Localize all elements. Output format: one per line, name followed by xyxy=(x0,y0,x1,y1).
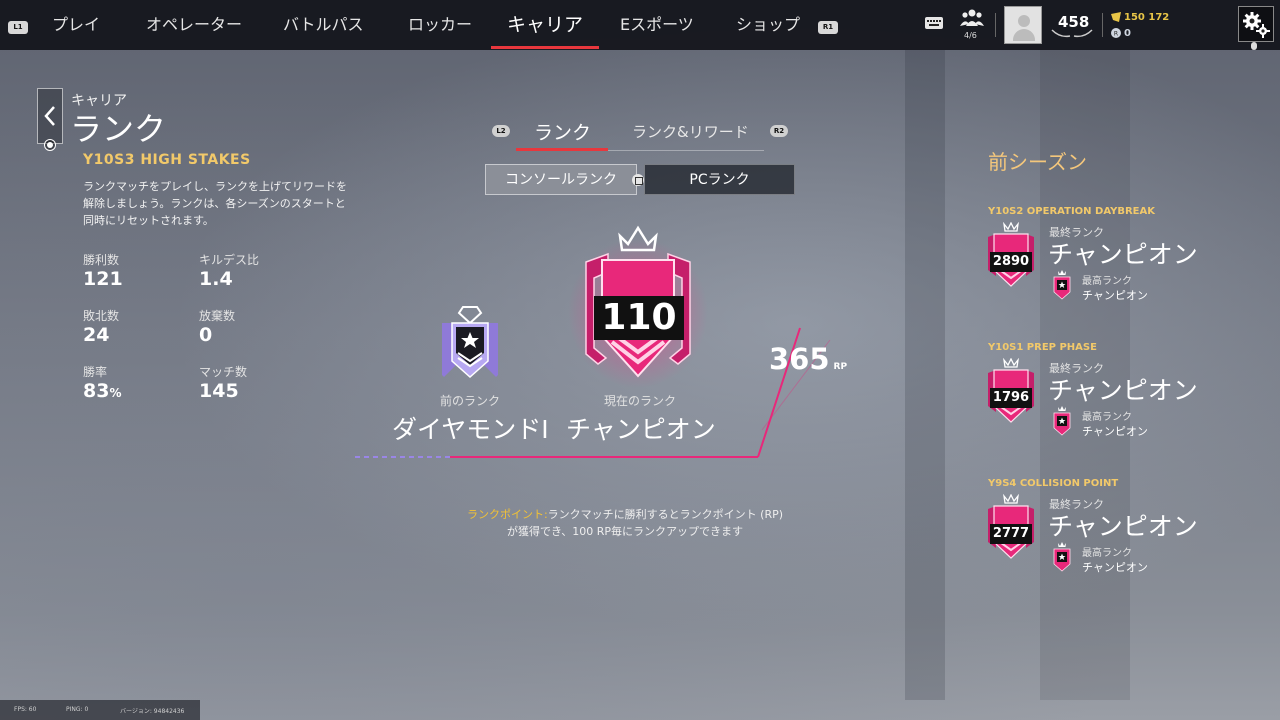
renown-amount: 150 172 xyxy=(1124,12,1170,23)
nav-tab-shop[interactable]: ショップ xyxy=(736,0,800,50)
top-navigation-bar: L1 プレイ オペレーター バトルパス ロッカー キャリア Eスポーツ ショップ… xyxy=(0,0,1280,50)
debug-footer: FPS: 60 PING: 0 バージョン: 94842436 xyxy=(0,700,200,720)
credits-amount: 0 xyxy=(1124,28,1131,39)
divider xyxy=(1102,13,1103,37)
pc-rank-button[interactable]: PCランク xyxy=(644,164,795,195)
nav-tab-play[interactable]: プレイ xyxy=(52,0,100,50)
fps-readout: FPS: 60 xyxy=(14,706,37,713)
best-rank-name: チャンピオン xyxy=(1082,425,1148,438)
stat-label-abandons: 放棄数 xyxy=(199,309,236,323)
squad-icon[interactable] xyxy=(960,8,984,28)
square-button-hint[interactable] xyxy=(632,174,644,186)
tab-rank[interactable]: ランク xyxy=(534,118,591,145)
page-title: ランク xyxy=(70,110,167,148)
settings-indicator xyxy=(1251,42,1257,50)
active-subtab-indicator xyxy=(516,148,608,151)
stat-value-matches: 145 xyxy=(199,380,239,402)
back-button[interactable] xyxy=(37,88,63,144)
tab-rank-rewards[interactable]: ランク&リワード xyxy=(632,121,749,142)
stat-value-abandons: 0 xyxy=(199,324,213,346)
stat-label-losses: 敗北数 xyxy=(83,309,120,323)
previous-rank-label: 前のランク xyxy=(439,394,500,408)
version-readout: バージョン: 94842436 xyxy=(120,708,185,715)
player-level: 458 xyxy=(1058,13,1090,31)
final-rank-name: チャンピオン xyxy=(1048,512,1198,541)
gear-icon xyxy=(1243,12,1270,38)
r6-credits-icon: R xyxy=(1111,28,1121,38)
nav-tab-battle-pass[interactable]: バトルパス xyxy=(283,0,363,50)
chevron-left-icon xyxy=(44,106,55,126)
nav-tab-career[interactable]: キャリア xyxy=(491,0,599,50)
previous-rank-name: ダイヤモンドI xyxy=(392,415,549,444)
nav-tab-locker[interactable]: ロッカー xyxy=(408,0,472,50)
stat-value-kd: 1.4 xyxy=(199,268,233,290)
r1-button-hint[interactable]: R1 xyxy=(818,21,838,34)
best-rank-icon xyxy=(1053,542,1071,572)
l1-button-hint[interactable]: L1 xyxy=(8,21,28,34)
nav-tab-esports[interactable]: Eスポーツ xyxy=(620,0,694,50)
stat-label-kd: キルデス比 xyxy=(199,253,260,267)
squad-count: 4/6 xyxy=(964,31,977,40)
stat-label-win-rate: 勝率 xyxy=(83,365,108,379)
season-rank-number: 1796 xyxy=(992,390,1030,405)
diamond-rank-badge-icon xyxy=(442,306,498,379)
console-rank-button[interactable]: コンソールランク xyxy=(485,164,637,195)
best-rank-label: 最高ランク xyxy=(1082,548,1132,559)
current-rank-name: チャンピオン xyxy=(566,415,716,444)
background-pillar xyxy=(905,50,945,700)
final-rank-name: チャンピオン xyxy=(1048,376,1198,405)
rank-description: ランクマッチをプレイし、ランクを上げてリワードを解除しましょう。ランクは、各シー… xyxy=(83,180,347,227)
previous-seasons-title: 前シーズン xyxy=(988,150,1087,174)
best-rank-name: チャンピオン xyxy=(1082,561,1148,574)
final-rank-name: チャンピオン xyxy=(1048,240,1198,269)
stat-label-wins: 勝利数 xyxy=(83,253,120,267)
avatar[interactable] xyxy=(1004,6,1042,44)
r2-button-hint[interactable]: R2 xyxy=(770,125,788,137)
rank-points: 365 RP xyxy=(769,342,848,376)
stat-value-wins: 121 xyxy=(83,268,123,290)
season-rank-number: 2890 xyxy=(992,254,1030,269)
season-name: Y10S1 PREP PHASE xyxy=(988,342,1097,353)
stat-label-matches: マッチ数 xyxy=(199,365,248,379)
l2-button-hint[interactable]: L2 xyxy=(492,125,510,137)
best-rank-name: チャンピオン xyxy=(1082,289,1148,302)
nav-tab-operators[interactable]: オペレーター xyxy=(146,0,242,50)
rank-points-hint: ランクポイント:ランクマッチに勝利するとランクポイント (RP) が獲得でき、1… xyxy=(466,508,784,538)
season-name: Y9S4 COLLISION POINT xyxy=(988,478,1119,489)
best-rank-icon xyxy=(1053,270,1071,300)
active-tab-indicator xyxy=(491,46,599,49)
current-rank-number: 110 xyxy=(601,297,677,338)
divider xyxy=(995,13,996,37)
best-rank-label: 最高ランク xyxy=(1082,276,1132,287)
svg-text:R: R xyxy=(1114,31,1118,38)
season-name: Y10S2 OPERATION DAYBREAK xyxy=(988,206,1155,217)
current-season-name: Y10S3 HIGH STAKES xyxy=(83,152,251,168)
circle-button-hint[interactable] xyxy=(44,139,56,151)
stat-value-losses: 24 xyxy=(83,324,110,346)
keyboard-icon[interactable] xyxy=(924,15,944,31)
settings-button[interactable] xyxy=(1238,6,1274,42)
ping-readout: PING: 0 xyxy=(66,706,89,713)
renown-icon xyxy=(1111,12,1121,22)
best-rank-icon xyxy=(1053,406,1071,436)
best-rank-label: 最高ランク xyxy=(1082,412,1132,423)
season-rank-number: 2777 xyxy=(992,526,1030,541)
current-rank-label: 現在のランク xyxy=(603,394,676,408)
stat-value-win-rate: 83% xyxy=(83,380,122,402)
